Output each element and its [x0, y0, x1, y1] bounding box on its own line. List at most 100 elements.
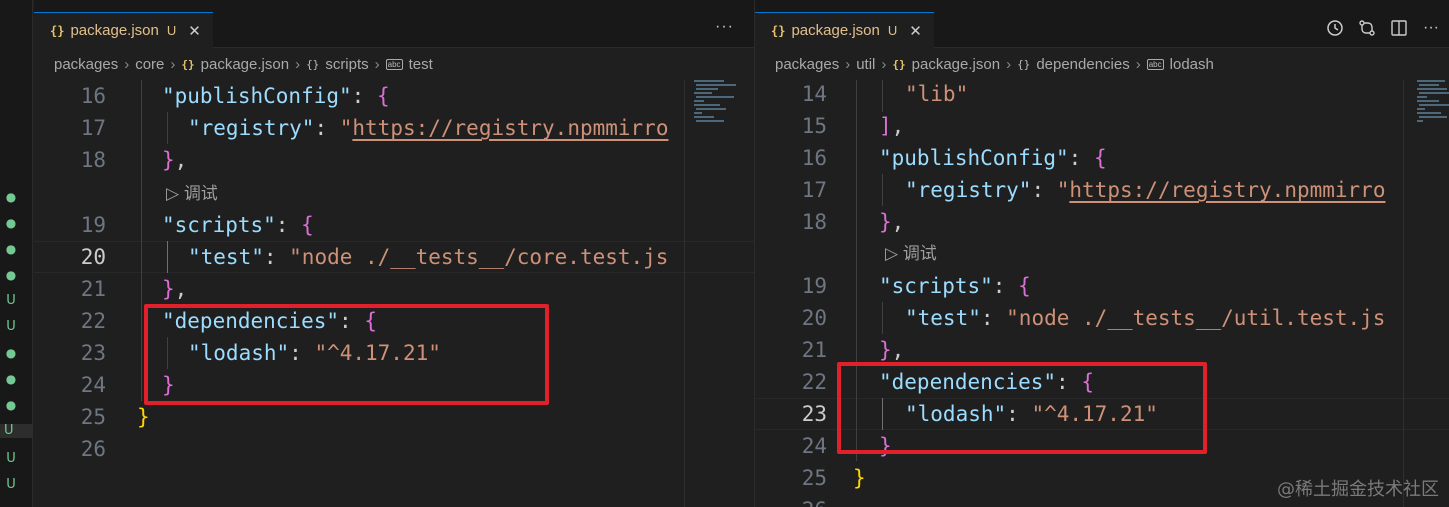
- line-number: 16: [80, 84, 106, 108]
- line-number: 21: [80, 277, 106, 301]
- git-status-modified: ●: [5, 268, 17, 282]
- minimap[interactable]: [692, 80, 740, 140]
- watermark: @稀土掘金技术社区: [1277, 479, 1439, 500]
- code-line: "publishConfig": {: [879, 146, 1107, 170]
- line-number: 17: [80, 116, 106, 140]
- tab-git-status: U: [166, 23, 177, 38]
- indent-guide: [882, 80, 883, 112]
- code-line: }: [137, 405, 150, 429]
- right-editor-group: {} package.json U ✕ ··· packages › util …: [754, 0, 1449, 507]
- tab-label: package.json: [791, 22, 880, 39]
- line-number: 21: [801, 338, 827, 362]
- code-line: "test": "node ./__tests__/core.test.js: [188, 245, 669, 269]
- left-tab-package-json[interactable]: {} package.json U ✕: [34, 12, 213, 48]
- chevron-right-icon: ›: [845, 55, 851, 73]
- line-number: 26: [755, 494, 827, 507]
- line-number: 19: [80, 213, 106, 237]
- line-number: 16: [801, 146, 827, 170]
- code-line: "test": "node ./__tests__/util.test.js: [905, 306, 1386, 330]
- code-line: },: [879, 210, 905, 234]
- indent-guide: [141, 80, 142, 401]
- right-tab-package-json[interactable]: {} package.json U ✕: [755, 12, 934, 48]
- highlight-box: [837, 362, 1207, 454]
- git-status-untracked: U: [0, 424, 33, 438]
- vertical-scrollbar[interactable]: [1403, 80, 1417, 507]
- split-editor-icon[interactable]: [1389, 18, 1409, 38]
- line-number: 25: [801, 466, 827, 490]
- debug-codelens[interactable]: ▷ 调试: [885, 242, 937, 266]
- line-number: 17: [801, 178, 827, 202]
- line-number: 23: [801, 402, 827, 426]
- json-file-icon: {}: [771, 23, 786, 38]
- breadcrumb-item[interactable]: lodash: [1170, 56, 1214, 73]
- line-number: 14: [801, 82, 827, 106]
- indent-guide: [167, 112, 168, 144]
- breadcrumb-item[interactable]: package.json: [912, 56, 1000, 73]
- json-file-icon: {}: [50, 23, 65, 38]
- editor-actions: ···: [1325, 18, 1441, 38]
- code-line: "scripts": {: [879, 274, 1031, 298]
- tab-label: package.json: [70, 22, 159, 39]
- line-number: 24: [801, 434, 827, 458]
- git-status-modified: ●: [5, 372, 17, 386]
- vertical-scrollbar[interactable]: [684, 80, 698, 507]
- breadcrumb-item[interactable]: util: [856, 56, 875, 73]
- more-actions-icon[interactable]: ···: [1421, 18, 1441, 38]
- play-icon: ▷: [166, 184, 180, 203]
- line-number: 23: [80, 341, 106, 365]
- code-line: "publishConfig": {: [162, 84, 390, 108]
- breadcrumb-item[interactable]: dependencies: [1036, 56, 1129, 73]
- line-number: 24: [80, 373, 106, 397]
- breadcrumb-item[interactable]: test: [409, 56, 433, 73]
- breadcrumb-item[interactable]: package.json: [201, 56, 289, 73]
- breadcrumb: packages › util › {} package.json › {} d…: [755, 49, 1449, 79]
- activity-bar: ● ● ● ● U U ● ● ● U U U: [0, 0, 33, 507]
- breadcrumb: packages › core › {} package.json › {} s…: [34, 49, 754, 79]
- chevron-right-icon: ›: [295, 55, 301, 73]
- line-number: 19: [801, 274, 827, 298]
- left-code-editor[interactable]: 16 "publishConfig": { 17 "registry": "http…: [34, 80, 754, 507]
- codelens-label: 调试: [902, 244, 937, 263]
- git-status-modified: ●: [5, 398, 17, 412]
- timeline-history-icon[interactable]: [1325, 18, 1345, 38]
- indent-guide: [882, 174, 883, 206]
- code-line: }: [853, 466, 866, 490]
- code-line: "lib": [905, 82, 969, 106]
- codelens-label: 调试: [183, 184, 218, 203]
- indent-guide: [167, 241, 168, 273]
- git-status-modified: ●: [5, 346, 17, 360]
- more-actions-icon[interactable]: ···: [715, 18, 734, 36]
- left-tab-bar: {} package.json U ✕ ···: [34, 0, 754, 48]
- close-icon[interactable]: ✕: [909, 22, 922, 40]
- string-symbol-icon: abc: [1146, 58, 1164, 70]
- line-number: 18: [80, 148, 106, 172]
- json-file-icon: {}: [181, 57, 195, 71]
- object-symbol-icon: {}: [306, 57, 320, 71]
- chevron-right-icon: ›: [1006, 55, 1012, 73]
- breadcrumb-item[interactable]: scripts: [325, 56, 368, 73]
- chevron-right-icon: ›: [1135, 55, 1141, 73]
- compare-changes-icon[interactable]: [1357, 18, 1377, 38]
- line-number: 20: [80, 245, 106, 269]
- line-number: 15: [801, 114, 827, 138]
- json-file-icon: {}: [892, 57, 906, 71]
- chevron-right-icon: ›: [124, 55, 130, 73]
- breadcrumb-item[interactable]: packages: [54, 56, 118, 73]
- debug-codelens[interactable]: ▷ 调试: [166, 182, 218, 206]
- chevron-right-icon: ›: [170, 55, 176, 73]
- minimap[interactable]: [1415, 80, 1449, 140]
- code-line: "registry": "https://registry.npmmirro: [905, 178, 1386, 202]
- line-number: 20: [801, 306, 827, 330]
- git-status-modified: ●: [5, 190, 17, 204]
- chevron-right-icon: ›: [374, 55, 380, 73]
- close-icon[interactable]: ✕: [188, 22, 201, 40]
- indent-guide: [882, 302, 883, 334]
- left-editor-group: {} package.json U ✕ ··· packages › core …: [34, 0, 754, 507]
- line-number: 25: [80, 405, 106, 429]
- git-status-untracked: U: [6, 319, 16, 334]
- git-status-untracked: U: [6, 451, 16, 466]
- line-number: 22: [801, 370, 827, 394]
- git-status-untracked: U: [6, 477, 16, 492]
- breadcrumb-item[interactable]: core: [135, 56, 164, 73]
- breadcrumb-item[interactable]: packages: [775, 56, 839, 73]
